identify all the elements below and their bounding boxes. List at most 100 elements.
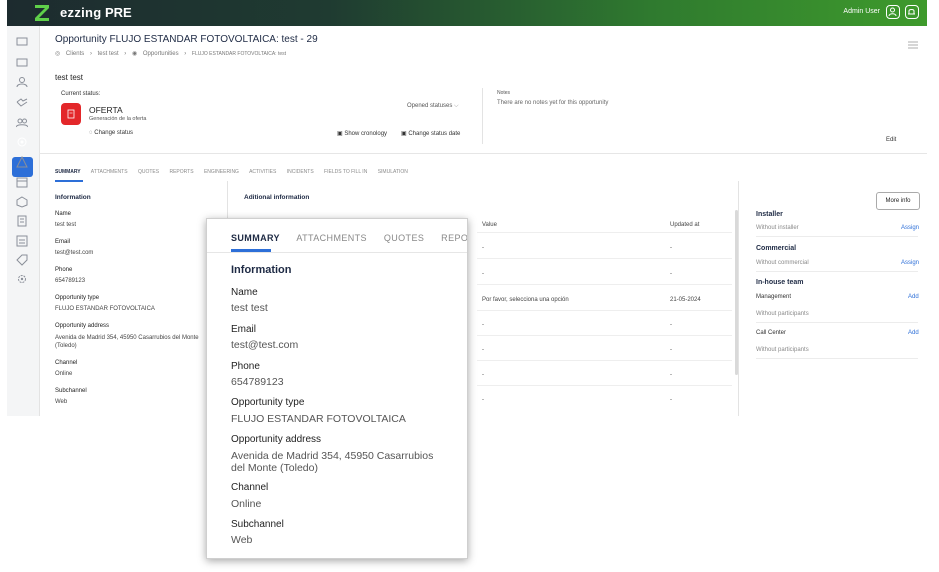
breadcrumb-separator: › <box>89 51 92 57</box>
information-heading: Information <box>55 194 91 201</box>
table-cell-value: - <box>482 271 484 277</box>
call-center-label: Call Center <box>756 330 787 336</box>
tab-activities[interactable]: ACTIVITIES <box>249 169 276 175</box>
users-icon[interactable] <box>16 76 28 88</box>
name-label: Name <box>231 287 258 298</box>
email-value: test@test.com <box>55 250 94 256</box>
assign-commercial-link[interactable]: Assign <box>901 260 919 266</box>
bell-icon[interactable] <box>905 5 919 19</box>
table-cell-value: - <box>482 322 484 328</box>
settings-icon[interactable] <box>16 273 28 285</box>
breadcrumb-opportunities[interactable]: Opportunities <box>143 51 179 57</box>
user-name[interactable]: Admin User <box>843 8 880 15</box>
commercial-heading: Commercial <box>756 245 797 252</box>
name-value: test test <box>55 222 77 228</box>
active-tab-indicator <box>55 180 83 182</box>
folder-icon[interactable] <box>16 56 28 68</box>
hamburger-menu-icon[interactable] <box>908 41 918 49</box>
divider <box>756 271 918 272</box>
tab-simulation[interactable]: SIMULATION <box>378 169 408 175</box>
phone-label: Phone <box>231 361 260 372</box>
change-status-date-button[interactable]: ▣ Change status date <box>401 130 460 137</box>
current-status-label: Current status: <box>61 91 101 97</box>
without-installer-text: Without installer <box>756 225 799 231</box>
email-value: test@test.com <box>231 339 299 351</box>
change-status-button[interactable]: ◌ Change status <box>89 130 133 136</box>
tab-summary[interactable]: SUMMARY <box>55 169 81 175</box>
zoom-callout: SUMMARY ATTACHMENTS QUOTES REPORTS EN In… <box>206 218 468 559</box>
table-divider <box>477 360 732 361</box>
table-cell-value: Por favor, selecciona una opción <box>482 297 569 303</box>
management-label: Management <box>756 294 792 300</box>
documents-icon[interactable] <box>16 215 28 227</box>
installer-heading: Installer <box>756 211 783 218</box>
breadcrumb-separator: › <box>184 51 187 57</box>
subchannel-label: Subchannel <box>231 519 284 530</box>
opportunity-address-value: Avenida de Madrid 354, 45950 Casarrubios… <box>231 450 434 474</box>
tab-engineering[interactable]: ENGINEERING <box>204 169 239 175</box>
divider <box>756 236 918 237</box>
dashboard-icon[interactable] <box>16 36 28 48</box>
additional-info-heading: Aditional information <box>244 194 310 201</box>
tab-attachments[interactable]: ATTACHMENTS <box>296 233 367 243</box>
opportunities-icon[interactable] <box>16 136 28 148</box>
edit-notes-button[interactable]: Edit <box>886 137 896 143</box>
status-name: OFERTA <box>89 105 123 115</box>
value-column-header: Value <box>482 222 497 228</box>
top-bar: ezzing PRE Admin User <box>7 0 927 26</box>
tab-quotes[interactable]: QUOTES <box>138 169 159 175</box>
chevron-down-icon: ⌵ <box>454 103 459 109</box>
opened-statuses-dropdown[interactable]: Opened statuses ⌵ <box>407 103 459 110</box>
divider <box>207 252 467 253</box>
ezzing-logo-icon[interactable] <box>35 5 49 21</box>
breadcrumb-client[interactable]: test test <box>98 51 119 57</box>
add-management-link[interactable]: Add <box>908 294 919 300</box>
tab-reports[interactable]: REPORTS <box>169 169 193 175</box>
opportunity-type-label: Opportunity type <box>55 295 100 301</box>
more-info-button[interactable]: More info <box>876 192 920 210</box>
table-cell-updated: - <box>670 397 672 403</box>
phone-value: 654789123 <box>55 278 86 284</box>
tab-fields-to-fill-in[interactable]: FIELDS TO FILL IN <box>324 169 367 175</box>
divider <box>738 181 739 416</box>
assign-installer-link[interactable]: Assign <box>901 225 919 231</box>
clients-icon: ◎ <box>55 51 61 57</box>
tab-attachments[interactable]: ATTACHMENTS <box>91 169 128 175</box>
document-icon <box>67 109 75 119</box>
tab-quotes[interactable]: QUOTES <box>384 233 424 243</box>
opportunity-address-label: Opportunity address <box>55 323 110 329</box>
opportunities-small-icon: ◉ <box>131 51 138 57</box>
divider <box>482 88 483 144</box>
add-call-center-link[interactable]: Add <box>908 330 919 336</box>
tab-bar: SUMMARY ATTACHMENTS QUOTES REPORTS ENGIN… <box>55 169 417 175</box>
warning-icon[interactable] <box>16 156 28 168</box>
call-center-participants-text: Without participants <box>756 347 809 353</box>
contacts-icon[interactable] <box>16 116 28 128</box>
divider <box>756 322 918 323</box>
table-divider <box>477 284 732 285</box>
zoom-tab-bar: SUMMARY ATTACHMENTS QUOTES REPORTS EN <box>231 233 467 243</box>
tag-icon[interactable] <box>16 254 28 266</box>
information-heading: Information <box>231 264 292 276</box>
channel-value: Online <box>231 498 262 510</box>
tab-incidents[interactable]: INCIDENTS <box>287 169 314 175</box>
name-label: Name <box>55 211 72 217</box>
show-cronology-button[interactable]: ▣ Show cronology <box>337 130 387 137</box>
channel-label: Channel <box>231 482 269 493</box>
box-icon[interactable] <box>16 196 28 208</box>
phone-value: 654789123 <box>231 376 284 388</box>
reports-icon[interactable] <box>16 235 28 247</box>
handshake-icon[interactable] <box>16 96 28 108</box>
table-divider <box>477 310 732 311</box>
table-cell-updated: 21-05-2024 <box>670 297 701 303</box>
user-icon[interactable] <box>886 5 900 19</box>
breadcrumb-clients[interactable]: Clients <box>66 51 84 57</box>
tab-summary[interactable]: SUMMARY <box>231 233 280 243</box>
notes-label: Notes <box>497 90 511 96</box>
tab-reports[interactable]: REPORTS <box>441 233 467 243</box>
sidebar <box>7 26 40 416</box>
calendar-icon[interactable] <box>16 176 28 188</box>
updated-at-column-header: Updated at <box>670 222 700 228</box>
subchannel-value: Web <box>55 399 68 405</box>
opportunity-type-value: FLUJO ESTANDAR FOTOVOLTAICA <box>55 306 155 312</box>
